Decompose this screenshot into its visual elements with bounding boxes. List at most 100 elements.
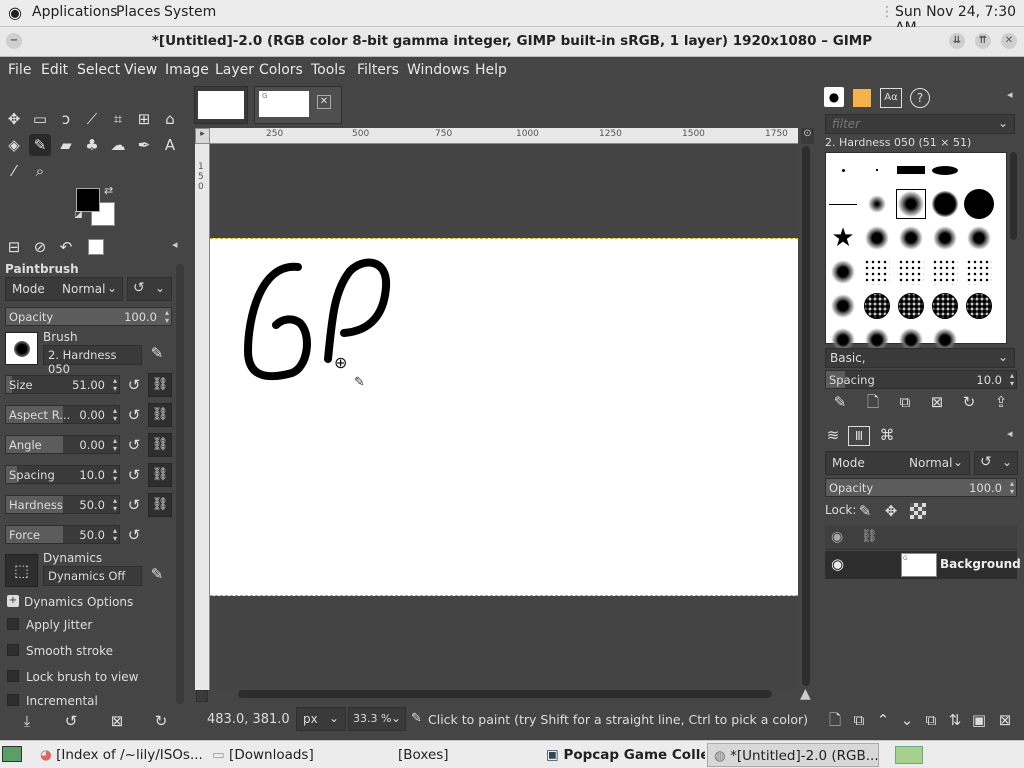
device-status-tab-icon[interactable]: ⊘ [29,236,51,258]
menu-system[interactable]: System [164,4,216,20]
save-options-icon[interactable]: ⤓ [16,710,38,732]
brush-as-image-icon[interactable]: ⇪ [990,391,1012,413]
dynamics-field[interactable]: Dynamics Off [43,566,142,586]
brush-preview-item[interactable] [828,155,858,185]
fuzzy-select-tool-icon[interactable]: ⟋ [81,108,103,130]
brush-preview-item[interactable] [862,257,892,287]
close-window-icon[interactable]: ✕ [1001,33,1017,49]
lock-alpha-icon[interactable] [910,503,926,519]
patterns-tab-icon[interactable] [853,89,871,107]
brush-preview-item[interactable] [862,291,892,321]
tool-options-tab-icon[interactable]: ⊟ [3,236,25,258]
brush-preview-item[interactable] [896,257,926,287]
menu-applications[interactable]: Applications [32,4,118,20]
color-picker-tool-icon[interactable]: ⁄ [3,160,25,182]
spinner-icon[interactable]: ▴ ▾ [113,437,117,453]
delete-brush-icon[interactable]: ⊠ [926,391,948,413]
refresh-brushes-icon[interactable]: ↻ [958,391,980,413]
angle-slider[interactable]: Angle 0.00 ▴ ▾ [5,435,120,454]
navigate-icon[interactable] [196,690,208,702]
brush-preview-item[interactable] [964,189,994,219]
configure-tab-icon[interactable]: ◂ [172,238,178,251]
brush-name-field[interactable]: 2. Hardness 050 [43,345,142,376]
spinner-icon[interactable]: ▴ ▾ [165,309,169,325]
force-slider[interactable]: Force 50.0 ▴ ▾ [5,525,120,544]
brush-preview-item[interactable] [930,257,960,287]
foreground-color-swatch[interactable] [76,188,100,212]
spinner-icon[interactable]: ▴ ▾ [113,467,117,483]
menu-filters[interactable]: Filters [357,62,399,78]
delete-options-icon[interactable]: ⊠ [106,710,128,732]
spinner-icon[interactable]: ▴ ▾ [113,497,117,513]
brush-preview-item[interactable]: ★ [828,223,858,253]
lock-position-icon[interactable]: ✥ [880,500,902,522]
aspect-ratio-slider[interactable]: Aspect R... 0.00 ▴ ▾ [5,405,120,424]
image-tab-1[interactable] [194,86,248,124]
incremental-checkbox[interactable] [7,694,19,706]
horizontal-scrollbar[interactable] [238,690,772,698]
distro-logo-icon[interactable]: ◉ [8,3,22,22]
link-aspect-icon[interactable]: ⛓ [148,403,172,427]
move-tool-icon[interactable]: ✥ [3,108,25,130]
rect-select-tool-icon[interactable]: ▭ [29,108,51,130]
lock-brush-checkbox[interactable] [7,670,19,682]
crop-tool-icon[interactable]: ⌗ [107,108,129,130]
configure-tab-icon[interactable]: ◂ [1007,88,1013,101]
image-canvas[interactable]: ⊕ ✎ [210,238,798,596]
layer-row-background[interactable]: ◉ G Background [825,551,1021,579]
brush-preview-item[interactable] [964,291,994,321]
brush-preview-item[interactable] [896,291,926,321]
maximize-icon[interactable]: ⇈ [975,33,991,49]
configure-tab-icon[interactable]: ◂ [1007,427,1013,440]
opacity-slider[interactable]: Opacity 100.0 ▴ ▾ [5,307,172,326]
brush-preset-select[interactable]: Basic, ⌄ [825,348,1015,368]
new-layer-group-icon[interactable]: ⧉ [848,709,870,731]
menu-colors[interactable]: Colors [259,62,303,78]
spacing-slider[interactable]: Spacing 10.0 ▴ ▾ [5,465,120,484]
layer-name[interactable]: Background [940,557,1021,571]
brush-preview-item[interactable] [930,291,960,321]
reset-size-icon[interactable]: ↺ [124,375,144,395]
undo-history-tab-icon[interactable]: ↶ [55,236,77,258]
quick-mask-corner-icon[interactable]: ▸ [195,128,210,144]
task-browser[interactable]: ◕ [Index of /~lily/ISOs... [34,743,204,767]
brush-preview-item[interactable] [828,291,858,321]
vertical-ruler[interactable]: 1 5 0 [195,144,210,690]
brush-grid-scrollbar[interactable] [1010,152,1017,240]
brush-preview-item[interactable] [964,257,994,287]
lower-layer-icon[interactable]: ⌄ [896,709,918,731]
anchor-layer-icon[interactable]: ⇅ [944,709,966,731]
paint-mode-select[interactable]: Mode Normal ⌄ [5,277,123,301]
menu-tools[interactable]: Tools [311,62,346,78]
spinner-icon[interactable]: ▴ ▾ [113,407,117,423]
window-titlebar[interactable]: − *[Untitled]-2.0 (RGB color 8-bit gamma… [0,27,1024,57]
help-tab-icon[interactable]: ? [910,88,930,108]
spinner-icon[interactable]: ▴ ▾ [1010,372,1014,388]
menu-help[interactable]: Help [475,62,507,78]
duplicate-brush-icon[interactable]: ⧉ [894,391,916,413]
show-desktop-icon[interactable] [2,746,22,762]
default-colors-icon[interactable]: ◪ [74,210,83,220]
menu-windows[interactable]: Windows [407,62,470,78]
reset-angle-icon[interactable]: ↺ [124,435,144,455]
mask-layer-icon[interactable]: ▣ [968,709,990,731]
transform-tool-icon[interactable]: ⊞ [133,108,155,130]
paintbrush-tool-icon[interactable]: ✎ [29,134,51,156]
link-size-icon[interactable]: ⛓ [148,373,172,397]
reset-hardness-icon[interactable]: ↺ [124,495,144,515]
image-tab-2[interactable]: G ✕ [254,86,342,124]
lasso-tool-icon[interactable]: ↄ [55,108,77,130]
apply-jitter-checkbox[interactable] [7,618,19,630]
spinner-icon[interactable]: ▴ ▾ [113,527,117,543]
task-gimp[interactable]: ◍ *[Untitled]-2.0 (RGB... [707,743,879,767]
menu-select[interactable]: Select [77,62,120,78]
brush-preview-item[interactable] [896,223,926,253]
tool-options-scrollbar[interactable] [176,264,184,704]
brush-preview-item[interactable] [862,189,892,219]
brush-preview-item[interactable] [862,155,892,185]
minimize-icon[interactable]: ⇊ [949,33,965,49]
vertical-scrollbar[interactable] [802,146,810,686]
zoom-window-icon[interactable]: ⊙ [801,128,814,144]
brush-spacing-slider[interactable]: Spacing 10.0 ▴ ▾ [825,370,1017,389]
task-popcap[interactable]: ▣ Popcap Game Colle... [540,743,705,767]
